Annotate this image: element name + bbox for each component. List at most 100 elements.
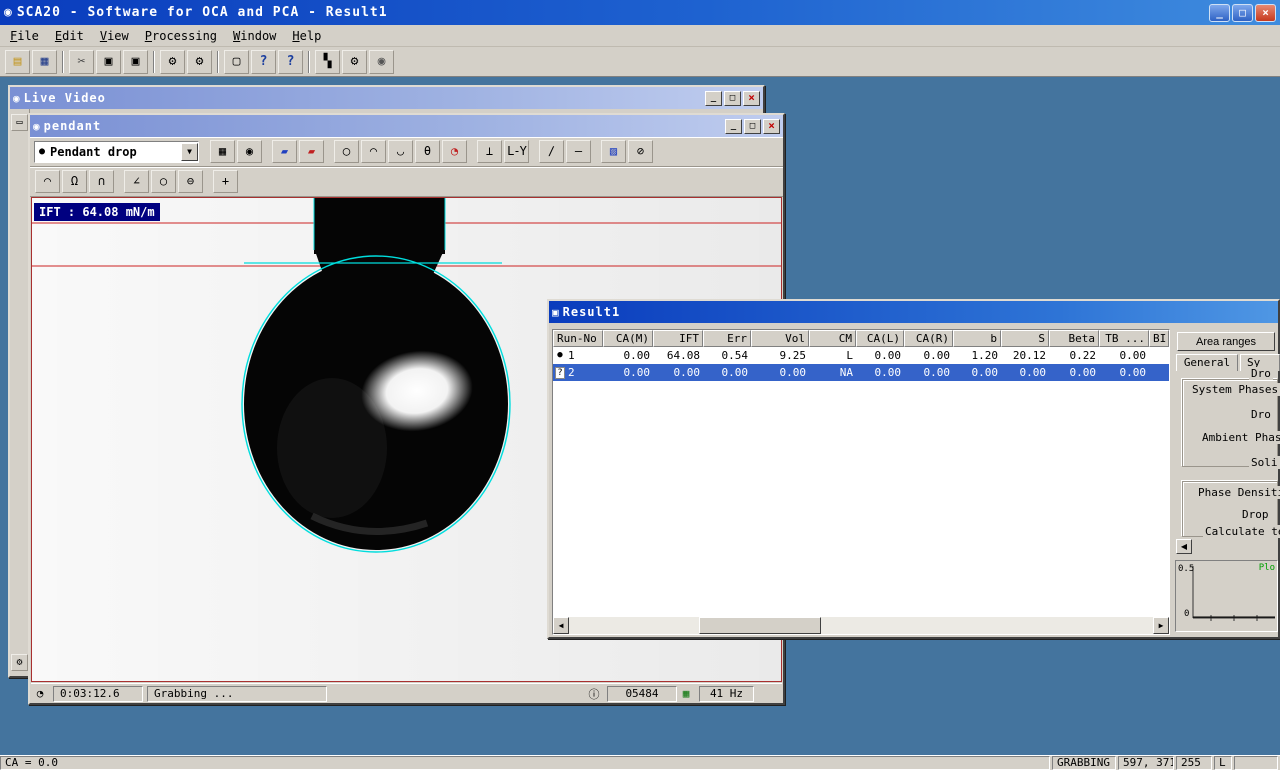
horizontal-line-icon[interactable]: — <box>566 140 591 163</box>
roi-tool-icon[interactable]: ▭ <box>11 114 28 131</box>
app-title: SCA20 - Software for OCA and PCA - Resul… <box>17 5 388 20</box>
framegrabber-icon: ▦ <box>677 687 695 700</box>
method-dropdown[interactable]: ● Pendant drop ▼ <box>34 141 199 163</box>
cut-icon[interactable]: ✂ <box>69 50 94 74</box>
scroll-left-icon[interactable]: ◀ <box>553 617 569 634</box>
open-icon[interactable]: ▤ <box>5 50 30 74</box>
menu-file[interactable]: File <box>2 27 47 45</box>
paste-icon[interactable]: ▣ <box>123 50 148 74</box>
mini-plot: 0.5 0 Plo <box>1175 560 1278 632</box>
panel-item[interactable]: Calculate te <box>1203 525 1280 538</box>
grabber-settings-icon[interactable]: ▦ <box>210 140 235 163</box>
pendant-titlebar[interactable]: ◉ pendant _ □ × <box>30 115 783 137</box>
toolbar-separator <box>217 51 219 73</box>
frame-grab-icon[interactable]: ▢ <box>224 50 249 74</box>
magnify-icon[interactable]: ▨ <box>601 140 626 163</box>
options-icon[interactable]: ⚙ <box>342 50 367 74</box>
angle-shape-icon[interactable]: ∠ <box>124 170 149 193</box>
circle-fit-icon[interactable]: ◯ <box>334 140 359 163</box>
flat-drop-icon[interactable]: ⊖ <box>178 170 203 193</box>
tangent-fit-icon[interactable]: ◔ <box>442 140 467 163</box>
sessile-shape-icon[interactable]: ∩ <box>89 170 114 193</box>
menu-edit[interactable]: Edit <box>47 27 92 45</box>
app-titlebar[interactable]: ◉ SCA20 - Software for OCA and PCA - Res… <box>0 0 1280 25</box>
cell-ca-m: 0.00 <box>603 364 653 381</box>
needle-tool-icon[interactable]: + <box>213 170 238 193</box>
timer-icon[interactable]: ⊘ <box>628 140 653 163</box>
result-title: Result1 <box>563 305 621 319</box>
maximize-button[interactable]: □ <box>724 91 741 106</box>
help-icon[interactable]: ? <box>251 50 276 74</box>
cell-cm: L <box>809 347 856 364</box>
scroll-right-icon[interactable]: ▶ <box>1153 617 1169 634</box>
pendant-shape-icon[interactable]: Ω <box>62 170 87 193</box>
tilt-table-red-icon[interactable]: ▰ <box>299 140 324 163</box>
menu-processing[interactable]: Processing <box>137 27 225 45</box>
close-icon[interactable]: × <box>763 119 780 134</box>
maximize-button[interactable]: □ <box>744 119 761 134</box>
table-row[interactable]: ● 1 0.00 64.08 0.54 9.25 L 0.00 0.00 1.2… <box>553 347 1169 364</box>
column-header[interactable]: Beta <box>1049 330 1099 347</box>
tab-general[interactable]: General <box>1176 354 1238 371</box>
maximize-button[interactable]: □ <box>1232 4 1253 22</box>
area-ranges-button[interactable]: Area ranges <box>1177 332 1275 351</box>
y-axis-min-label: 0 <box>1184 609 1189 619</box>
live-video-titlebar[interactable]: ◉ Live Video _ □ × <box>10 87 763 109</box>
column-header[interactable]: CA(L) <box>856 330 904 347</box>
panel-item[interactable]: Drop <box>1240 508 1271 521</box>
panel-item[interactable]: Dro <box>1249 408 1273 421</box>
conic-fit-icon[interactable]: ◠ <box>361 140 386 163</box>
minimize-button[interactable]: _ <box>725 119 742 134</box>
save-icon[interactable]: ▦ <box>32 50 57 74</box>
video-settings-icon[interactable]: ⚙ <box>187 50 212 74</box>
snapshot-icon[interactable]: ◉ <box>369 50 394 74</box>
horizontal-scrollbar[interactable]: ◀ ▶ <box>553 617 1169 634</box>
cell-cm: NA <box>809 364 856 381</box>
column-header[interactable]: CA(R) <box>904 330 953 347</box>
tilt-table-blue-icon[interactable]: ▰ <box>272 140 297 163</box>
cell-ift: 64.08 <box>653 347 703 364</box>
column-header[interactable]: Run-No <box>553 330 603 347</box>
app-statusbar: CA = 0.0 GRABBING 597, 371 255 L <box>0 755 1280 770</box>
copy-icon[interactable]: ▣ <box>96 50 121 74</box>
column-header[interactable]: TB ... <box>1099 330 1149 347</box>
theta-manual-icon[interactable]: θ <box>415 140 440 163</box>
hardware-settings-icon[interactable]: ⚙ <box>160 50 185 74</box>
scrollbar-thumb[interactable] <box>699 617 821 634</box>
column-header[interactable]: Vol <box>751 330 809 347</box>
menu-view[interactable]: View <box>92 27 137 45</box>
cell-ift: 0.00 <box>653 364 703 381</box>
context-help-icon[interactable]: ? <box>278 50 303 74</box>
column-header[interactable]: BI <box>1149 330 1169 347</box>
close-icon[interactable]: × <box>743 91 760 106</box>
table-row-selected[interactable]: ? 2 0.00 0.00 0.00 0.00 NA 0.00 0.00 0.0… <box>553 364 1169 381</box>
polynomial-fit-icon[interactable]: ◡ <box>388 140 413 163</box>
tile-windows-icon[interactable]: ▚ <box>315 50 340 74</box>
panel-scroll-left-icon[interactable]: ◀ <box>1176 539 1192 554</box>
laplace-young-icon[interactable]: L-Y <box>504 140 529 163</box>
small-drop-icon[interactable]: ○ <box>151 170 176 193</box>
column-header[interactable]: IFT <box>653 330 703 347</box>
arc-shape-icon[interactable]: ◠ <box>35 170 60 193</box>
result-window[interactable]: ▣ Result1 Run-No CA(M) IFT Err Vol CM CA… <box>547 299 1280 639</box>
panel-item[interactable]: Soli <box>1249 456 1280 469</box>
column-header[interactable]: S <box>1001 330 1049 347</box>
close-button[interactable]: × <box>1255 4 1276 22</box>
settings-gear-icon[interactable]: ⚙ <box>11 654 28 671</box>
minimize-button[interactable]: _ <box>1209 4 1230 22</box>
column-header[interactable]: b <box>953 330 1001 347</box>
menu-help[interactable]: Help <box>284 27 329 45</box>
baseline-icon[interactable]: ⊥ <box>477 140 502 163</box>
panel-item: Phase Densiti <box>1196 486 1280 499</box>
camera-icon[interactable]: ◉ <box>237 140 262 163</box>
column-header[interactable]: CM <box>809 330 856 347</box>
panel-item[interactable]: Dro <box>1249 367 1273 380</box>
column-header[interactable]: Err <box>703 330 751 347</box>
menu-window[interactable]: Window <box>225 27 284 45</box>
minimize-button[interactable]: _ <box>705 91 722 106</box>
column-header[interactable]: CA(M) <box>603 330 653 347</box>
result-titlebar[interactable]: ▣ Result1 <box>549 301 1278 323</box>
manual-line-icon[interactable]: ∕ <box>539 140 564 163</box>
chevron-down-icon[interactable]: ▼ <box>181 143 198 161</box>
live-video-icon: ◉ <box>13 92 20 105</box>
